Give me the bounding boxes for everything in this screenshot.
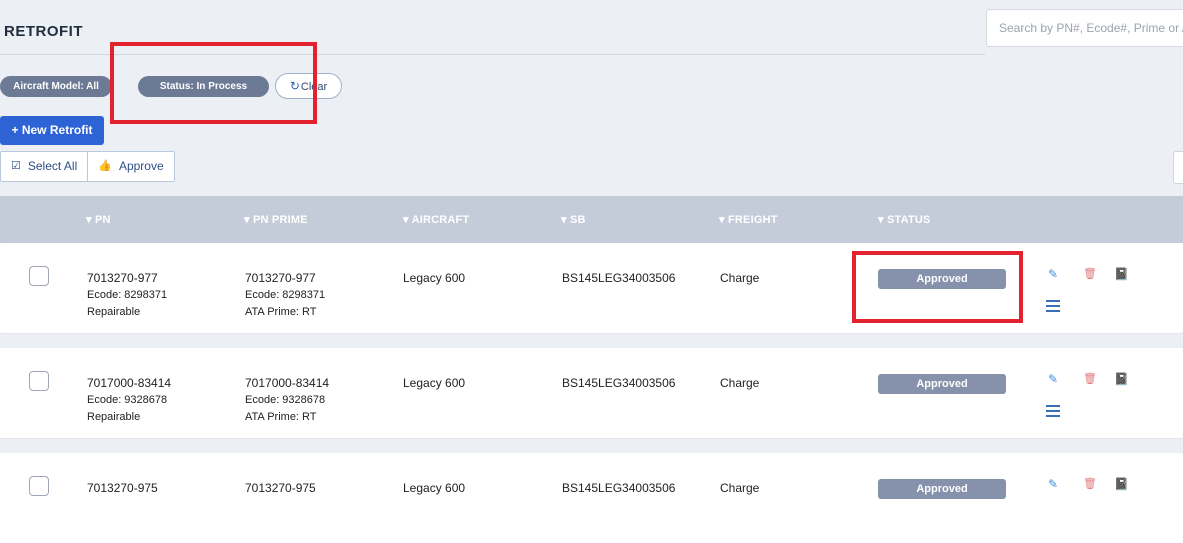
edit-icon[interactable]: ✎ bbox=[1048, 267, 1058, 281]
clear-label: Clear bbox=[300, 81, 328, 93]
select-all-button[interactable]: ☑ Select All bbox=[1, 152, 87, 181]
table-header: ▾ PN ▾ PN PRIME ▾ AIRCRAFT ▾ SB ▾ FREIGH… bbox=[0, 196, 1183, 243]
page-title: RETROFIT bbox=[4, 23, 83, 40]
search-input[interactable]: Search by PN#, Ecode#, Prime or ATA... bbox=[986, 9, 1183, 47]
pn-cell: 7013270-975 bbox=[87, 480, 158, 497]
table-row: 7013270-977 Ecode: 8298371 Repairable 70… bbox=[0, 243, 1183, 333]
approve-button[interactable]: 👍 Approve bbox=[87, 152, 173, 181]
book-icon[interactable]: 📓 bbox=[1114, 372, 1129, 386]
row-checkbox[interactable] bbox=[29, 476, 49, 496]
filter-chip-aircraft-model[interactable]: Aircraft Model: All bbox=[0, 76, 112, 97]
pn-value: 7017000-83414 bbox=[87, 376, 172, 390]
column-header-sb[interactable]: ▾ SB bbox=[561, 213, 586, 226]
column-header-pn-prime[interactable]: ▾ PN PRIME bbox=[244, 213, 308, 226]
pn-prime-value: 7013270-975 bbox=[245, 481, 316, 495]
thumbs-up-icon: 👍 bbox=[98, 160, 112, 172]
column-header-aircraft[interactable]: ▾ AIRCRAFT bbox=[403, 213, 469, 226]
aircraft-cell: Legacy 600 bbox=[403, 271, 466, 285]
pn-prime-value: 7013270-977 bbox=[245, 271, 316, 285]
freight-cell: Charge bbox=[720, 271, 760, 285]
freight-cell: Charge bbox=[720, 481, 760, 495]
edit-icon[interactable]: ✎ bbox=[1048, 477, 1058, 491]
pn-note: Repairable bbox=[87, 306, 141, 318]
list-icon[interactable] bbox=[1046, 300, 1060, 312]
pn-prime-cell: 7013270-975 bbox=[245, 480, 316, 497]
bulk-action-group: ☑ Select All 👍 Approve bbox=[0, 151, 175, 182]
freight-cell: Charge bbox=[720, 376, 760, 390]
toolbar-right-control[interactable] bbox=[1173, 151, 1183, 184]
approve-label: Approve bbox=[118, 159, 164, 173]
check-square-icon: ☑ bbox=[11, 160, 21, 172]
column-header-status[interactable]: ▾ STATUS bbox=[878, 213, 931, 226]
row-checkbox[interactable] bbox=[29, 371, 49, 391]
aircraft-cell: Legacy 600 bbox=[403, 481, 466, 495]
sb-cell: BS145LEG34003506 bbox=[562, 271, 676, 285]
pn-note: Repairable bbox=[87, 411, 141, 423]
list-icon[interactable] bbox=[1046, 405, 1060, 417]
aircraft-cell: Legacy 600 bbox=[403, 376, 466, 390]
status-badge: Approved bbox=[878, 374, 1006, 394]
sb-cell: BS145LEG34003506 bbox=[562, 481, 676, 495]
new-retrofit-label: New Retrofit bbox=[21, 123, 93, 137]
pn-prime-ecode: Ecode: 9328678 bbox=[245, 394, 326, 406]
clear-filters-button[interactable]: ↻Clear bbox=[275, 73, 342, 99]
pn-prime-ata: ATA Prime: RT bbox=[245, 411, 317, 423]
plus-icon: + bbox=[11, 123, 19, 137]
filter-chip-status[interactable]: Status: In Process bbox=[138, 76, 269, 97]
pn-cell: 7013270-977 Ecode: 8298371 Repairable bbox=[87, 270, 167, 321]
delete-icon[interactable]: 🗑 bbox=[1083, 477, 1097, 490]
status-badge: Approved bbox=[878, 269, 1006, 289]
pn-cell: 7017000-83414 Ecode: 9328678 Repairable bbox=[87, 375, 171, 426]
select-all-label: Select All bbox=[27, 159, 78, 173]
pn-prime-cell: 7017000-83414 Ecode: 9328678 ATA Prime: … bbox=[245, 375, 329, 426]
book-icon[interactable]: 📓 bbox=[1114, 477, 1129, 491]
book-icon[interactable]: 📓 bbox=[1114, 267, 1129, 281]
pn-prime-ecode: Ecode: 8298371 bbox=[245, 289, 326, 301]
pn-prime-value: 7017000-83414 bbox=[245, 376, 330, 390]
status-badge: Approved bbox=[878, 479, 1006, 499]
new-retrofit-button[interactable]: + New Retrofit bbox=[0, 116, 104, 145]
pn-prime-cell: 7013270-977 Ecode: 8298371 ATA Prime: RT bbox=[245, 270, 325, 321]
title-divider bbox=[0, 54, 985, 55]
sb-cell: BS145LEG34003506 bbox=[562, 376, 676, 390]
pn-value: 7013270-975 bbox=[87, 481, 158, 495]
pn-ecode: Ecode: 9328678 bbox=[87, 394, 168, 406]
column-header-freight[interactable]: ▾ FREIGHT bbox=[719, 213, 778, 226]
edit-icon[interactable]: ✎ bbox=[1048, 372, 1058, 386]
delete-icon[interactable]: 🗑 bbox=[1083, 267, 1097, 280]
table-row: 7013270-975 7013270-975 Legacy 600 BS145… bbox=[0, 453, 1183, 543]
pn-ecode: Ecode: 8298371 bbox=[87, 289, 168, 301]
refresh-icon: ↻ bbox=[289, 79, 300, 93]
row-checkbox[interactable] bbox=[29, 266, 49, 286]
column-header-pn[interactable]: ▾ PN bbox=[86, 213, 111, 226]
pn-prime-ata: ATA Prime: RT bbox=[245, 306, 317, 318]
pn-value: 7013270-977 bbox=[87, 271, 158, 285]
table-row: 7017000-83414 Ecode: 9328678 Repairable … bbox=[0, 348, 1183, 438]
delete-icon[interactable]: 🗑 bbox=[1083, 372, 1097, 385]
